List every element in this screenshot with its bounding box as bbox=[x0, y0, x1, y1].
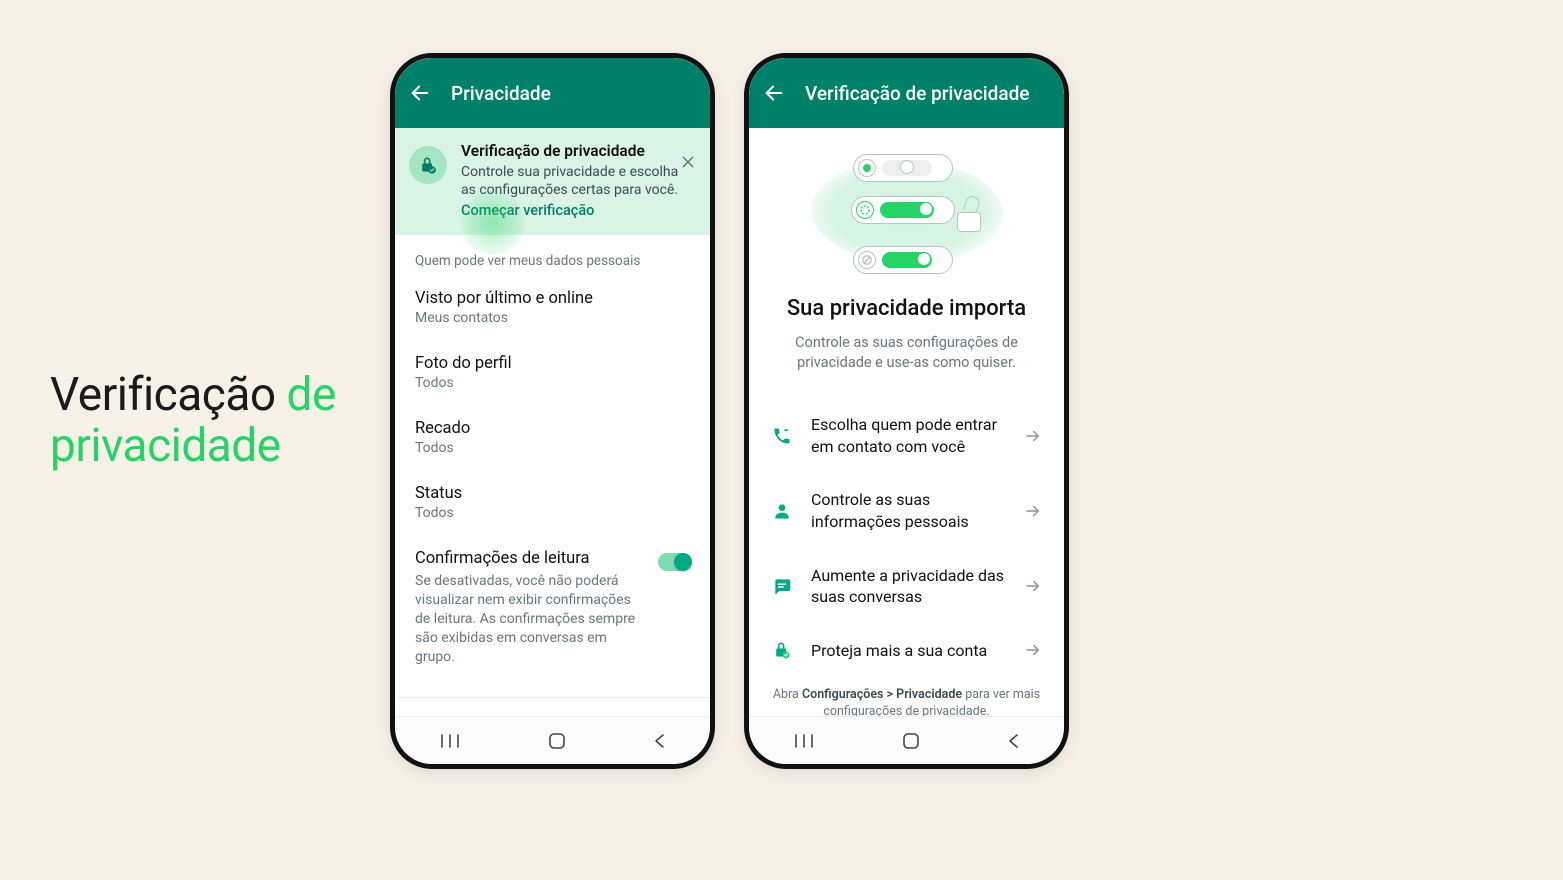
list-item-last-seen[interactable]: Visto por último e online Meus contatos bbox=[395, 275, 710, 340]
nav-home-button[interactable] bbox=[548, 732, 566, 750]
banner-close-button[interactable] bbox=[680, 154, 696, 170]
option-account-protection[interactable]: Proteja mais a sua conta bbox=[749, 624, 1064, 678]
home-icon bbox=[548, 732, 566, 750]
chevron-right-icon bbox=[1024, 502, 1042, 520]
list-item-profile-photo[interactable]: Foto do perfil Todos bbox=[395, 340, 710, 405]
android-nav-bar bbox=[395, 716, 710, 764]
list-item-subtitle: Todos bbox=[415, 505, 690, 521]
list-item-title: Status bbox=[415, 484, 690, 503]
illustration-lock bbox=[955, 198, 987, 232]
list-item-status[interactable]: Status Todos bbox=[395, 470, 710, 535]
app-bar-title: Verificação de privacidade bbox=[805, 82, 1029, 105]
banner-icon-wrap bbox=[409, 146, 447, 184]
checkup-hero: Sua privacidade importa Controle as suas… bbox=[749, 128, 1064, 398]
heading-word-3: privacidade bbox=[50, 419, 281, 473]
option-label: Controle as suas informações pessoais bbox=[811, 489, 1006, 532]
privacy-scroll-area[interactable]: Verificação de privacidade Controle sua … bbox=[395, 128, 710, 716]
chevron-right-icon bbox=[1024, 427, 1042, 445]
list-item-description: Se desativadas, você não poderá visualiz… bbox=[415, 572, 648, 666]
list-item-title: Recado bbox=[415, 419, 690, 438]
footnote: Abra Configurações > Privacidade para ve… bbox=[749, 677, 1064, 716]
chevron-right-icon bbox=[1024, 577, 1042, 595]
divider bbox=[395, 697, 710, 698]
app-bar: Privacidade bbox=[395, 58, 710, 128]
chat-icon bbox=[772, 576, 792, 596]
lock-shield-icon bbox=[772, 640, 792, 660]
heading-word-2: de bbox=[287, 368, 336, 422]
arrow-left-icon bbox=[409, 82, 431, 104]
nav-back-button[interactable] bbox=[1007, 732, 1021, 750]
back-button[interactable] bbox=[409, 82, 431, 104]
privacy-checkup-banner[interactable]: Verificação de privacidade Controle sua … bbox=[395, 128, 710, 235]
footnote-prefix: Abra bbox=[773, 687, 802, 702]
chevron-left-icon bbox=[653, 732, 667, 750]
list-item-title: Foto do perfil bbox=[415, 354, 690, 373]
start-checkup-link[interactable]: Começar verificação bbox=[461, 202, 594, 219]
recents-icon bbox=[439, 732, 461, 750]
illustration-toggle bbox=[853, 246, 953, 274]
banner-content: Verificação de privacidade Controle sua … bbox=[461, 142, 696, 219]
chevron-left-icon bbox=[1007, 732, 1021, 750]
banner-title: Verificação de privacidade bbox=[461, 142, 696, 160]
list-item-subtitle: Meus contatos bbox=[415, 310, 690, 326]
illustration-toggle bbox=[853, 154, 953, 182]
checkup-scroll-area[interactable]: Sua privacidade importa Controle as suas… bbox=[749, 128, 1064, 716]
option-chat-privacy[interactable]: Aumente a privacidade das suas conversas bbox=[749, 549, 1064, 624]
option-contact[interactable]: Escolha quem pode entrar em contato com … bbox=[749, 398, 1064, 473]
nav-recents-button[interactable] bbox=[793, 732, 815, 750]
person-icon bbox=[772, 501, 792, 521]
section-label-personal-info: Quem pode ver meus dados pessoais bbox=[395, 235, 710, 275]
list-item-read-receipts[interactable]: Confirmações de leitura Se desativadas, … bbox=[395, 535, 710, 676]
list-item-subtitle: Todos bbox=[415, 375, 690, 391]
option-label: Escolha quem pode entrar em contato com … bbox=[811, 414, 1006, 457]
option-label: Aumente a privacidade das suas conversas bbox=[811, 565, 1006, 608]
back-button[interactable] bbox=[763, 82, 785, 104]
read-receipts-toggle[interactable] bbox=[658, 553, 690, 571]
list-item-about[interactable]: Recado Todos bbox=[395, 405, 710, 470]
hero-description: Controle as suas configurações de privac… bbox=[769, 333, 1044, 372]
home-icon bbox=[902, 732, 920, 750]
nav-home-button[interactable] bbox=[902, 732, 920, 750]
banner-description: Controle sua privacidade e escolha as co… bbox=[461, 163, 696, 199]
chevron-right-icon bbox=[1024, 641, 1042, 659]
page-heading: Verificação de privacidade bbox=[50, 370, 336, 471]
arrow-left-icon bbox=[763, 82, 785, 104]
close-icon bbox=[680, 154, 696, 170]
footnote-path: Configurações > Privacidade bbox=[802, 687, 962, 702]
recents-icon bbox=[793, 732, 815, 750]
list-item-title: Confirmações de leitura bbox=[415, 549, 648, 568]
illustration-toggle bbox=[851, 196, 955, 224]
list-item-subtitle: Todos bbox=[415, 440, 690, 456]
option-label: Proteja mais a sua conta bbox=[811, 640, 1006, 662]
nav-back-button[interactable] bbox=[653, 732, 667, 750]
lock-check-icon bbox=[418, 155, 438, 175]
phone-mockup-privacy: Privacidade Verificação de privacidade C… bbox=[390, 53, 715, 769]
list-item-title: Visto por último e online bbox=[415, 289, 690, 308]
app-bar: Verificação de privacidade bbox=[749, 58, 1064, 128]
option-personal-info[interactable]: Controle as suas informações pessoais bbox=[749, 473, 1064, 548]
app-bar-title: Privacidade bbox=[451, 82, 551, 105]
phone-mockup-checkup: Verificação de privacidade bbox=[744, 53, 1069, 769]
android-nav-bar bbox=[749, 716, 1064, 764]
phone-icon bbox=[772, 426, 792, 446]
hero-title: Sua privacidade importa bbox=[769, 296, 1044, 321]
nav-recents-button[interactable] bbox=[439, 732, 461, 750]
hero-illustration bbox=[807, 154, 1007, 274]
heading-word-1: Verificação bbox=[50, 368, 276, 422]
